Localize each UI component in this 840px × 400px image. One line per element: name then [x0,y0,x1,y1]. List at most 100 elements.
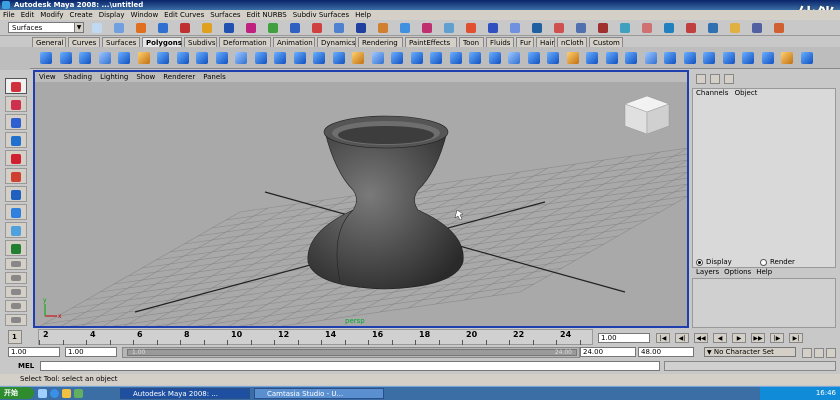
channels-menu[interactable]: Channels [696,89,728,97]
auto-key-icon[interactable] [802,348,812,358]
polygon-tool-icon[interactable] [293,52,306,64]
layer-menu-options[interactable]: Options [724,268,751,276]
taskbar-item-maya[interactable]: Autodesk Maya 2008: ... [120,388,250,399]
status-tool-icon[interactable] [488,23,498,33]
status-tool-icon[interactable] [92,23,102,33]
polygon-tool-icon[interactable] [469,52,481,64]
end-time-field[interactable]: 48.00 [638,347,694,357]
status-tool-icon[interactable] [202,23,212,33]
menu-modify[interactable]: Modify [40,11,63,19]
tab-rendering[interactable]: Rendering [358,37,403,47]
polygon-tool-icon[interactable] [430,52,442,64]
menu-window[interactable]: Window [131,11,159,19]
polygon-tool-icon[interactable] [391,52,403,64]
status-tool-icon[interactable] [422,23,432,33]
tab-painteffects[interactable]: PaintEffects [405,37,457,47]
tab-animation[interactable]: Animation [273,37,315,47]
graph-layout-icon[interactable] [5,300,27,312]
step-forward-icon[interactable]: |▶ [770,333,784,343]
polygon-tool-icon[interactable] [527,52,540,64]
status-tool-icon[interactable] [466,23,476,33]
go-to-end-icon[interactable]: ▶| [789,333,803,343]
current-frame-field[interactable]: 1.00 [598,333,650,343]
polygon-tool-icon[interactable] [371,52,384,64]
status-tool-icon[interactable] [708,23,718,33]
menu-create[interactable]: Create [69,11,92,19]
tab-curves[interactable]: Curves [68,37,100,47]
viewport-scene[interactable]: x y [35,82,687,326]
taskbar-item-camtasia[interactable]: Camtasia Studio - U... [254,388,384,399]
menu-subdiv-surfaces[interactable]: Subdiv Surfaces [293,11,349,19]
tab-fur[interactable]: Fur [516,37,534,47]
tab-dynamics[interactable]: Dynamics [317,37,356,47]
command-line-label[interactable]: MEL [18,362,34,370]
go-to-start-icon[interactable]: |◀ [656,333,670,343]
polygon-tool-icon[interactable] [625,52,637,64]
menu-help[interactable]: Help [355,11,371,19]
status-tool-icon[interactable] [246,23,256,33]
menu-set-selector[interactable]: Surfaces ▼ [8,22,84,33]
move-tool-icon[interactable] [5,132,27,148]
menu-edit-curves[interactable]: Edit Curves [164,11,204,19]
status-tool-icon[interactable] [686,23,696,33]
desktop-icon[interactable] [38,389,47,398]
polygon-tool-icon[interactable] [703,52,715,64]
play-forwards-icon[interactable]: ▶ [732,333,746,343]
channel-box-toggle-icon[interactable] [696,74,706,84]
tab-ncloth[interactable]: nCloth [557,37,587,47]
polygon-tool-icon[interactable] [605,52,618,64]
outliner-layout-icon[interactable] [5,286,27,298]
time-slider[interactable]: 2 4 6 8 10 12 14 16 18 20 22 24 [38,329,593,345]
menu-edit-nurbs[interactable]: Edit NURBS [247,11,287,19]
browser-icon[interactable] [50,389,59,398]
polygon-tool-icon[interactable] [235,52,247,64]
panel-menu-panels[interactable]: Panels [203,73,226,81]
polygon-tool-icon[interactable] [215,52,228,64]
status-tool-icon[interactable] [268,23,278,33]
chevron-down-icon[interactable]: ▼ [74,23,83,32]
panel-menu-renderer[interactable]: Renderer [163,73,195,81]
polygon-tool-icon[interactable] [196,52,208,64]
status-tool-icon[interactable] [532,23,542,33]
polygon-tool-icon[interactable] [254,52,267,64]
start-time-field[interactable]: 1.00 [8,347,60,357]
polygon-tool-icon[interactable] [137,52,150,64]
status-tool-icon[interactable] [554,23,564,33]
tab-deformation[interactable]: Deformation [219,37,271,47]
tab-polygons[interactable]: Polygons [142,37,182,47]
four-pane-layout-icon[interactable] [5,272,27,284]
status-tool-icon[interactable] [334,23,344,33]
polygon-tool-icon[interactable] [722,52,735,64]
polygon-tool-icon[interactable] [176,52,189,64]
tool-settings-toggle-icon[interactable] [724,74,734,84]
render-radio[interactable] [760,259,767,266]
polygon-tool-icon[interactable] [118,52,130,64]
vase-mesh[interactable] [307,115,464,290]
polygon-tool-icon[interactable] [449,52,462,64]
layer-editor[interactable] [692,278,836,328]
status-tool-icon[interactable] [114,23,124,33]
tab-surfaces[interactable]: Surfaces [102,37,140,47]
status-tool-icon[interactable] [356,23,366,33]
menu-surfaces[interactable]: Surfaces [210,11,240,19]
status-tool-icon[interactable] [576,23,586,33]
media-icon[interactable] [74,389,83,398]
layer-menu-layers[interactable]: Layers [696,268,719,276]
step-back-key-icon[interactable]: ◀◀ [694,333,708,343]
view-cube-icon[interactable] [624,95,670,135]
tab-subdivs[interactable]: Subdivs [184,37,217,47]
tab-toon[interactable]: Toon [459,37,484,47]
polygon-tool-icon[interactable] [40,52,52,64]
select-tool-icon[interactable] [5,78,27,94]
polygon-tool-icon[interactable] [488,52,501,64]
range-slider[interactable]: 1.00 24.00 [122,347,580,358]
playback-start-field[interactable]: 1.00 [65,347,117,357]
tab-custom[interactable]: Custom [589,37,623,47]
show-manipulator-icon[interactable] [5,222,27,238]
polygon-tool-icon[interactable] [566,52,579,64]
hypershade-layout-icon[interactable] [5,314,27,326]
attribute-editor-toggle-icon[interactable] [710,74,720,84]
polygon-tool-icon[interactable] [98,52,111,64]
status-tool-icon[interactable] [598,23,608,33]
step-back-icon[interactable]: ◀| [675,333,689,343]
